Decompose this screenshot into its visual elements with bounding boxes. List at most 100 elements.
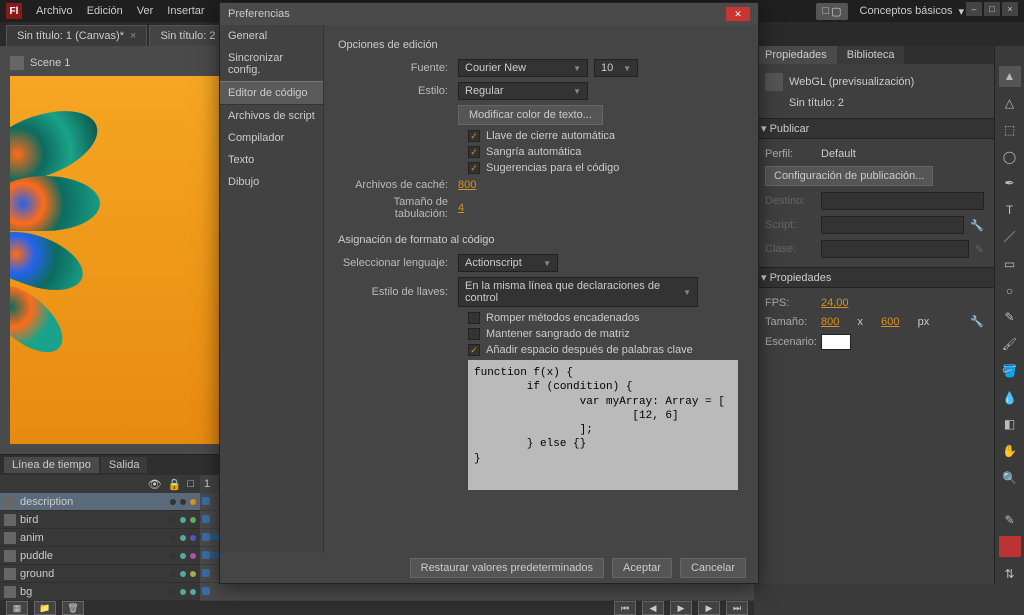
font-select[interactable]: Courier New▼ <box>458 59 588 77</box>
visibility-icon[interactable]: 👁 <box>148 478 162 491</box>
restore-defaults-button[interactable]: Restaurar valores predeterminados <box>410 558 604 578</box>
prefs-item-compiler[interactable]: Compilador <box>220 127 323 149</box>
cancel-button[interactable]: Cancelar <box>680 558 746 578</box>
minimize-button[interactable]: – <box>966 2 982 16</box>
pencil-tool-icon[interactable]: ✎ <box>999 307 1021 328</box>
dialog-close-button[interactable]: ✕ <box>726 7 750 21</box>
prefs-item-sync[interactable]: Sincronizar config. <box>220 47 323 81</box>
keep-array-indent-checkbox[interactable] <box>468 328 480 340</box>
class-input <box>821 240 969 258</box>
outline-icon[interactable]: □ <box>187 478 194 490</box>
prefs-item-script-files[interactable]: Archivos de script <box>220 105 323 127</box>
tab-output[interactable]: Salida <box>101 457 148 473</box>
bucket-tool-icon[interactable]: 🪣 <box>999 360 1021 381</box>
pen-tool-icon[interactable]: ✒ <box>999 173 1021 194</box>
tab-size-value[interactable]: 4 <box>458 202 464 214</box>
preferences-dialog: Preferencias ✕ General Sincronizar confi… <box>219 2 759 584</box>
cache-files-value[interactable]: 800 <box>458 179 476 191</box>
layer-row[interactable]: puddle <box>0 547 200 565</box>
break-chained-checkbox[interactable] <box>468 312 480 324</box>
layer-row[interactable]: anim <box>0 529 200 547</box>
code-format-heading: Asignación de formato al código <box>338 234 744 246</box>
width-value[interactable]: 800 <box>821 316 839 328</box>
brush-tool-icon[interactable]: 🖌 <box>999 334 1021 355</box>
menu-view[interactable]: Ver <box>137 5 154 17</box>
selection-tool-icon[interactable]: ▲ <box>999 66 1021 87</box>
language-select[interactable]: Actionscript▼ <box>458 254 558 272</box>
layer-row[interactable]: ground <box>0 565 200 583</box>
accept-button[interactable]: Aceptar <box>612 558 672 578</box>
canvas-stage[interactable] <box>10 76 240 444</box>
wrench-icon[interactable]: 🔧 <box>970 315 984 328</box>
chevron-down-icon: ▾ <box>958 5 964 18</box>
subselection-tool-icon[interactable]: △ <box>999 93 1021 114</box>
swap-colors-icon[interactable]: ⇅ <box>999 563 1021 584</box>
play-button[interactable]: ▶ <box>670 601 692 615</box>
eraser-tool-icon[interactable]: ◧ <box>999 414 1021 435</box>
publish-section-header[interactable]: ▾ Publicar <box>755 118 994 139</box>
doc-tab-1[interactable]: Sin título: 1 (Canvas)*× <box>6 25 147 46</box>
props-section-header[interactable]: ▾ Propiedades <box>755 267 994 288</box>
menu-edit[interactable]: Edición <box>87 5 123 17</box>
scene-icon <box>10 56 24 70</box>
new-layer-button[interactable]: ▦ <box>6 601 28 615</box>
code-format-preview: function f(x) { if (condition) { var myA… <box>468 360 738 490</box>
free-transform-icon[interactable]: ⬚ <box>999 120 1021 141</box>
lasso-tool-icon[interactable]: ◯ <box>999 146 1021 167</box>
prefs-item-text[interactable]: Texto <box>220 149 323 171</box>
workspace-switcher[interactable]: □▢ <box>816 3 847 20</box>
wrench-icon: 🔧 <box>970 219 984 232</box>
oval-tool-icon[interactable]: ○ <box>999 280 1021 301</box>
tools-panel: ▲ △ ⬚ ◯ ✒ T ／ ▭ ○ ✎ 🖌 🪣 💧 ◧ ✋ 🔍 ✎ ⇅ <box>994 46 1024 584</box>
layer-icon <box>4 550 16 562</box>
layer-icon <box>4 532 16 544</box>
tab-properties[interactable]: Propiedades <box>755 46 837 64</box>
fill-color-swatch[interactable] <box>999 536 1021 557</box>
dest-select <box>821 192 984 210</box>
fps-value[interactable]: 24,00 <box>821 297 849 309</box>
eyedropper-tool-icon[interactable]: 💧 <box>999 387 1021 408</box>
auto-indent-checkbox[interactable]: ✓ <box>468 146 480 158</box>
tab-timeline[interactable]: Línea de tiempo <box>4 457 99 473</box>
maximize-button[interactable]: □ <box>984 2 1000 16</box>
layer-icon <box>4 586 16 598</box>
layer-row[interactable]: bird <box>0 511 200 529</box>
zoom-tool-icon[interactable]: 🔍 <box>999 467 1021 488</box>
next-frame-button[interactable]: ▶ <box>698 601 720 615</box>
auto-close-brace-checkbox[interactable]: ✓ <box>468 130 480 142</box>
menu-insert[interactable]: Insertar <box>167 5 204 17</box>
menu-file[interactable]: Archivo <box>36 5 73 17</box>
stroke-color-icon[interactable]: ✎ <box>999 510 1021 531</box>
tab-library[interactable]: Biblioteca <box>837 46 905 64</box>
text-tool-icon[interactable]: T <box>999 200 1021 221</box>
new-folder-button[interactable]: 📁 <box>34 601 56 615</box>
height-value[interactable]: 600 <box>881 316 899 328</box>
code-hints-checkbox[interactable]: ✓ <box>468 162 480 174</box>
modify-text-color-button[interactable]: Modificar color de texto... <box>458 105 603 125</box>
lock-icon[interactable]: 🔒 <box>168 478 182 491</box>
publish-settings-button[interactable]: Configuración de publicación... <box>765 166 933 186</box>
hand-tool-icon[interactable]: ✋ <box>999 441 1021 462</box>
document-icon <box>765 73 783 91</box>
prefs-item-code-editor[interactable]: Editor de código <box>220 81 323 105</box>
prev-frame-button[interactable]: ◀ <box>642 601 664 615</box>
workspace-dropdown[interactable]: Conceptos básicos▾ <box>860 5 964 18</box>
layer-row[interactable]: description <box>0 493 200 511</box>
delete-layer-button[interactable]: 🗑 <box>62 601 84 615</box>
last-frame-button[interactable]: ⏭ <box>726 601 748 615</box>
tab-close-icon[interactable]: × <box>130 30 136 42</box>
layer-row[interactable]: bg <box>0 583 200 601</box>
stage-color-swatch[interactable] <box>821 334 851 350</box>
add-space-keywords-checkbox[interactable]: ✓ <box>468 344 480 356</box>
close-button[interactable]: × <box>1002 2 1018 16</box>
line-tool-icon[interactable]: ／ <box>999 227 1021 248</box>
font-style-select[interactable]: Regular▼ <box>458 82 588 100</box>
rectangle-tool-icon[interactable]: ▭ <box>999 253 1021 274</box>
prefs-category-list: General Sincronizar config. Editor de có… <box>220 25 324 553</box>
first-frame-button[interactable]: ⏮ <box>614 601 636 615</box>
prefs-item-general[interactable]: General <box>220 25 323 47</box>
prefs-item-drawing[interactable]: Dibujo <box>220 171 323 193</box>
scene-label[interactable]: Scene 1 <box>30 57 70 69</box>
font-size-select[interactable]: 10▼ <box>594 59 638 77</box>
brace-style-select[interactable]: En la misma línea que declaraciones de c… <box>458 277 698 307</box>
